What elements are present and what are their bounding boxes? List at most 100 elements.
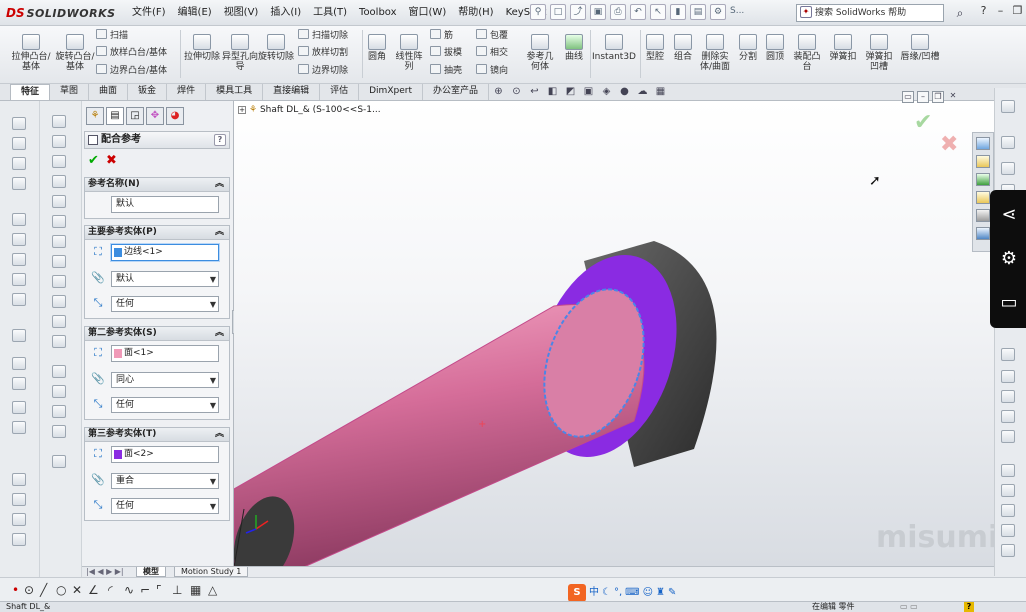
- split-button[interactable]: 分割: [735, 34, 761, 62]
- primary-alignment-select[interactable]: 任何 ▼: [111, 296, 219, 312]
- split-line-tool-icon[interactable]: [12, 401, 26, 414]
- spring-button[interactable]: 弹簧扣: [826, 34, 860, 62]
- polygon-icon[interactable]: ○: [56, 583, 66, 597]
- tab-surfaces[interactable]: 曲面: [89, 84, 129, 100]
- tab-model[interactable]: 模型: [136, 567, 166, 577]
- design-library-icon[interactable]: [976, 155, 990, 168]
- right-tool-icon-2[interactable]: [1001, 136, 1015, 149]
- right-tool-icon-3[interactable]: [1001, 162, 1015, 175]
- extrude-tool-icon[interactable]: [12, 117, 26, 130]
- options-icon[interactable]: ⚙: [710, 4, 726, 20]
- open-icon[interactable]: ⤴: [570, 4, 586, 20]
- hole-wizard-button[interactable]: 异型孔向导: [222, 34, 258, 72]
- tab-weldments[interactable]: 焊件: [167, 84, 207, 100]
- zoom-area-icon[interactable]: ⊙: [510, 85, 523, 98]
- tab-office-products[interactable]: 办公室产品: [423, 84, 489, 100]
- select-icon[interactable]: ↖: [650, 4, 666, 20]
- revolve-tool-icon[interactable]: [12, 137, 26, 150]
- search-pane-icon[interactable]: [976, 191, 990, 204]
- rib-button[interactable]: 筋: [430, 29, 453, 42]
- polygon-tool-icon[interactable]: [52, 235, 66, 248]
- status-units-icon[interactable]: ▭ ▭: [900, 602, 918, 612]
- right-tool-icon-12[interactable]: [1001, 504, 1015, 517]
- curve-tool-icon[interactable]: [12, 377, 26, 390]
- split-body-tool-icon[interactable]: [12, 513, 26, 526]
- search-input[interactable]: ✦ 搜索 SolidWorks 帮助: [796, 4, 944, 22]
- previous-view-icon[interactable]: ↩: [528, 85, 541, 98]
- pin-icon[interactable]: ⚲: [530, 4, 546, 20]
- tertiary-mate-type-select[interactable]: 重合 ▼: [111, 473, 219, 489]
- menu-file[interactable]: 文件(F): [126, 6, 172, 20]
- lip-groove-button[interactable]: 唇缘/凹槽: [900, 34, 940, 62]
- arc-icon[interactable]: ◜: [108, 583, 113, 597]
- instant3d-button[interactable]: Instant3D: [592, 34, 636, 62]
- arc-tool-icon[interactable]: [52, 215, 66, 228]
- spline-icon[interactable]: ∿: [124, 583, 134, 597]
- menu-insert[interactable]: 插入(I): [264, 6, 307, 20]
- configuration-manager-tab-icon[interactable]: ◲: [126, 107, 144, 125]
- combine-button[interactable]: 组合: [670, 34, 696, 62]
- punctuation-icon[interactable]: °,: [614, 585, 622, 601]
- menu-tools[interactable]: 工具(T): [307, 6, 353, 20]
- snap-hook-groove-button[interactable]: 弹簧扣凹槽: [862, 34, 896, 72]
- secondary-entity-field[interactable]: 面<1>: [111, 345, 219, 362]
- solidworks-resources-icon[interactable]: [976, 137, 990, 150]
- shaft-model-view[interactable]: +: [234, 101, 994, 567]
- save-icon[interactable]: ▣: [590, 4, 606, 20]
- tab-features[interactable]: 特征: [10, 84, 51, 100]
- zoom-to-fit-icon[interactable]: ⊕: [492, 85, 505, 98]
- keyboard-icon[interactable]: ⌨: [625, 585, 639, 601]
- sweep-button[interactable]: 扫描: [96, 29, 128, 42]
- viewport-restore-icon[interactable]: ❐: [932, 91, 944, 103]
- display-style-icon[interactable]: ▣: [582, 85, 595, 98]
- user-icon[interactable]: ☺: [643, 585, 653, 601]
- wrap-button[interactable]: 包覆: [476, 29, 508, 42]
- tab-direct-editing[interactable]: 直接编辑: [263, 84, 321, 100]
- section-view-icon[interactable]: ◧: [546, 85, 559, 98]
- loft-tool-icon[interactable]: [12, 177, 26, 190]
- search-button[interactable]: ⌕: [946, 4, 974, 22]
- mold-button[interactable]: 型腔: [642, 34, 668, 62]
- status-help-icon[interactable]: ?: [964, 602, 974, 612]
- right-tool-icon-7[interactable]: [1001, 390, 1015, 403]
- right-tool-icon-10[interactable]: [1001, 464, 1015, 477]
- grid-icon[interactable]: ▦: [190, 583, 201, 597]
- circle-icon[interactable]: ⊙: [24, 583, 34, 597]
- feature-manager-tab-icon[interactable]: ⚘: [86, 107, 104, 125]
- tab-scroll-arrows-icon[interactable]: |◀ ◀ ▶ ▶|: [86, 567, 124, 576]
- minimize-icon[interactable]: –: [993, 4, 1008, 19]
- mirror-button[interactable]: 镜向: [476, 64, 508, 77]
- rectangle-tool-icon[interactable]: [52, 175, 66, 188]
- property-manager-tab-icon[interactable]: ▤: [106, 107, 124, 125]
- reference-name-header[interactable]: 参考名称(N) ︽: [85, 178, 229, 192]
- chamfer-tool-icon[interactable]: [12, 273, 26, 286]
- rebuild-icon[interactable]: ▮: [670, 4, 686, 20]
- primary-reference-header[interactable]: 主要参考实体(P) ︽: [85, 226, 229, 240]
- right-tool-icon-1[interactable]: [1001, 100, 1015, 113]
- reference-name-input[interactable]: 默认: [111, 196, 219, 213]
- menu-help[interactable]: 帮助(H): [452, 6, 499, 20]
- viewport-tile-icon[interactable]: ▭: [902, 91, 914, 103]
- primary-mate-type-select[interactable]: 默认 ▼: [111, 271, 219, 287]
- menu-window[interactable]: 窗口(W): [403, 6, 453, 20]
- swept-cut-button[interactable]: 扫描切除: [298, 29, 348, 42]
- right-tool-icon-9[interactable]: [1001, 430, 1015, 443]
- extrude-cut-button[interactable]: 拉伸切除: [184, 34, 220, 62]
- monitor-icon[interactable]: ▭: [998, 292, 1020, 314]
- secondary-mate-type-select[interactable]: 同心 ▼: [111, 372, 219, 388]
- help-icon[interactable]: ?: [976, 4, 991, 19]
- right-tool-icon-8[interactable]: [1001, 410, 1015, 423]
- help-icon[interactable]: ?: [214, 134, 226, 146]
- menu-toolbox[interactable]: Toolbox: [353, 6, 403, 20]
- print-icon[interactable]: ⎙: [610, 4, 626, 20]
- dome-button[interactable]: 圆顶: [762, 34, 788, 62]
- spline-tool-icon[interactable]: [52, 255, 66, 268]
- right-tool-icon-5[interactable]: [1001, 348, 1015, 361]
- moon-icon[interactable]: ☾: [602, 585, 611, 601]
- apply-scene-icon[interactable]: ☁: [636, 85, 649, 98]
- menu-view[interactable]: 视图(V): [218, 6, 265, 20]
- view-settings-icon[interactable]: ▦: [654, 85, 667, 98]
- move-body-tool-icon[interactable]: [12, 533, 26, 546]
- undo-icon[interactable]: ↶: [630, 4, 646, 20]
- tools-icon[interactable]: ✎: [668, 585, 676, 601]
